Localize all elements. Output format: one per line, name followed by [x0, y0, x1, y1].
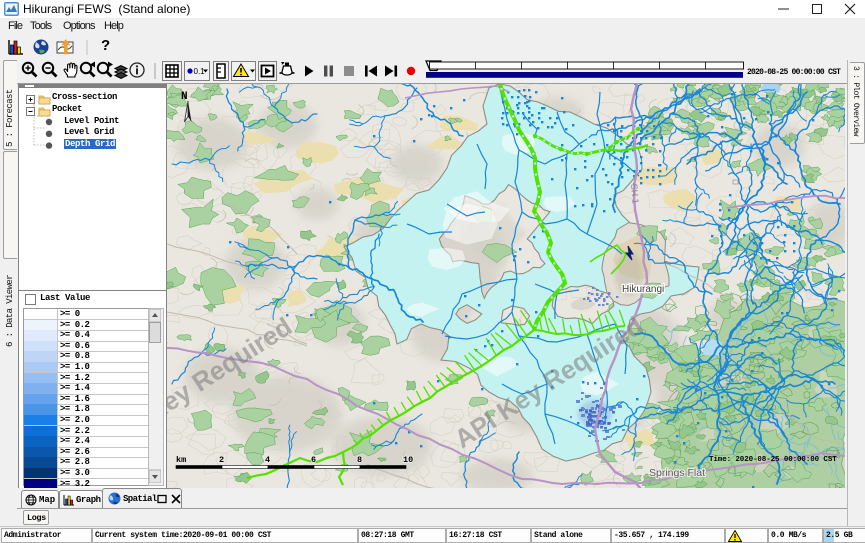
- svg-text:6: 6: [311, 455, 316, 465]
- svg-text:4: 4: [265, 455, 270, 465]
- svg-text:10: 10: [403, 455, 413, 465]
- svg-text:0.1: 0.1: [194, 67, 206, 76]
- svg-text:Time: 2020-08-25 00:00:00 CST: Time: 2020-08-25 00:00:00 CST: [709, 456, 837, 464]
- svg-text:8: 8: [357, 455, 362, 465]
- svg-text:2: 2: [219, 455, 224, 465]
- svg-text:SH 1: SH 1: [629, 183, 641, 204]
- svg-text:Hikurangi: Hikurangi: [622, 284, 664, 295]
- svg-text:N: N: [181, 91, 188, 103]
- svg-text:km: km: [176, 455, 186, 465]
- svg-text:Springs Flat: Springs Flat: [649, 467, 705, 479]
- svg-text:2020-08-25 00:00:00 CST: 2020-08-25 00:00:00 CST: [747, 68, 841, 77]
